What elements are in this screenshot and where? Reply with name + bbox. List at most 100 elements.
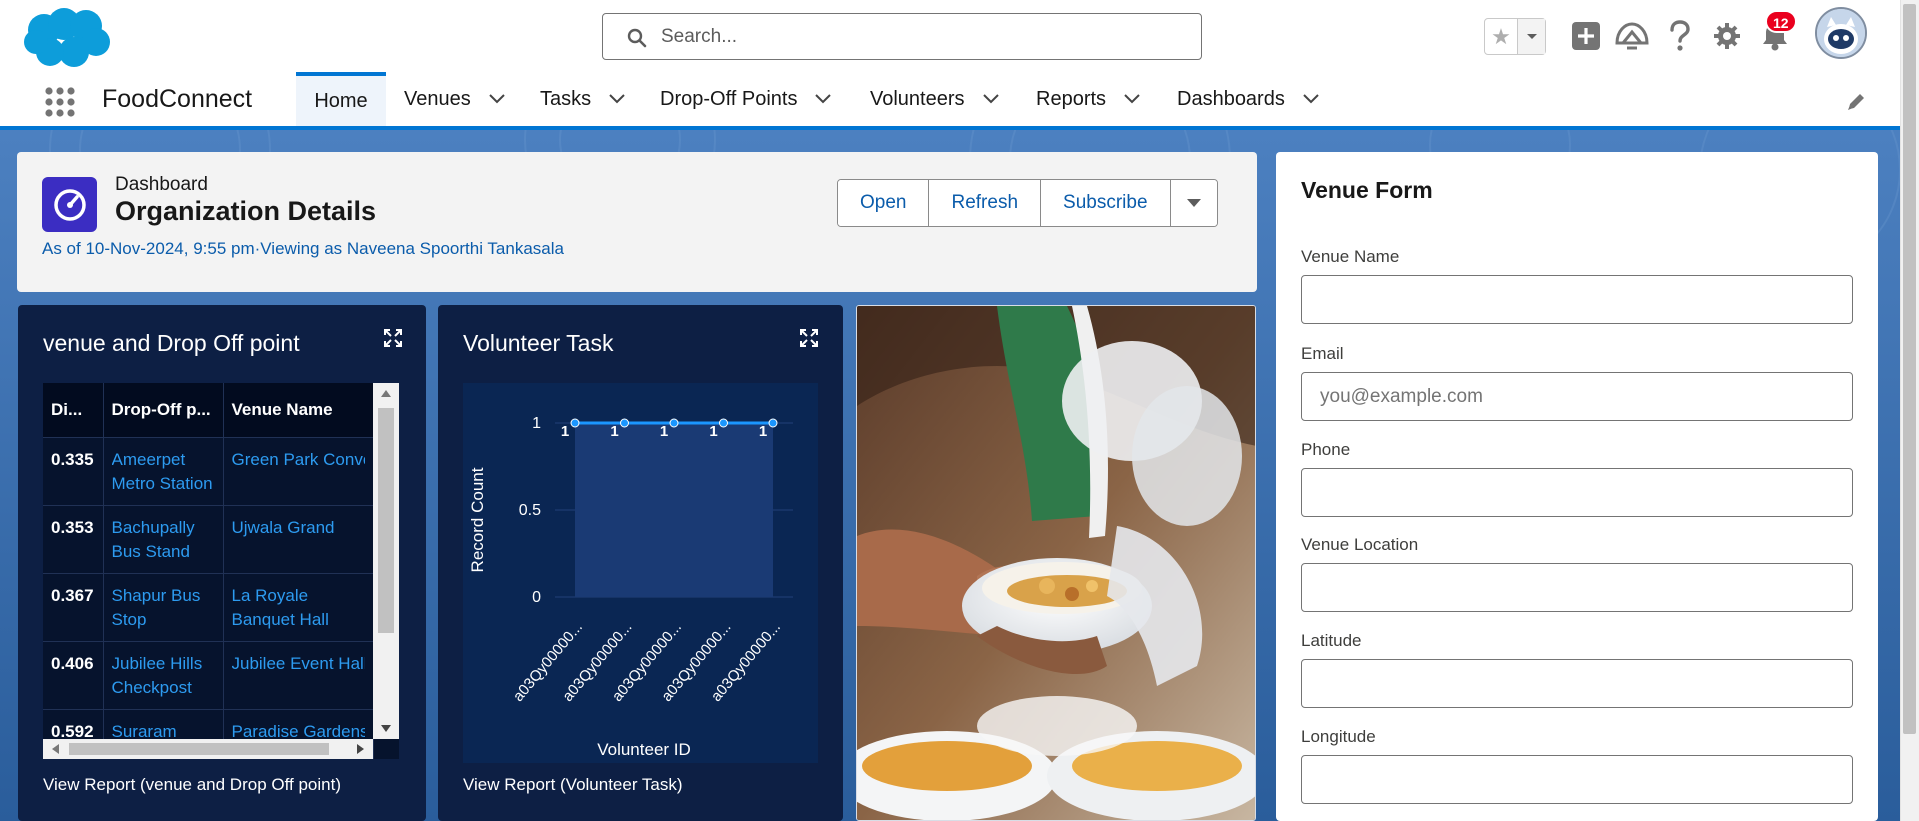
phone-label: Phone bbox=[1301, 440, 1351, 459]
app-launcher-waffle-icon[interactable] bbox=[44, 86, 76, 118]
global-actions-plus-icon[interactable] bbox=[1568, 18, 1604, 54]
tab-tasks[interactable]: Tasks bbox=[540, 72, 625, 126]
dropoff-link[interactable]: Ameerpet Metro Station bbox=[112, 448, 215, 504]
page-scrollbar-thumb[interactable] bbox=[1903, 4, 1916, 734]
longitude-input[interactable] bbox=[1301, 755, 1853, 804]
dropoff-link-cell[interactable]: Bachupally Bus Stand bbox=[103, 504, 224, 573]
chevron-down-icon[interactable] bbox=[1517, 19, 1545, 54]
tab-volunteers[interactable]: Volunteers bbox=[870, 72, 999, 126]
distance-cell: 0.353 bbox=[43, 504, 104, 573]
venue-form-card: Venue Form Venue Name Email Phone Venue … bbox=[1276, 152, 1878, 821]
favorites-control[interactable]: ★ bbox=[1484, 18, 1546, 55]
chevron-down-icon[interactable] bbox=[609, 94, 625, 104]
venue-name-label: Venue Name bbox=[1301, 247, 1400, 266]
dropoff-link[interactable]: Shapur Bus Stop bbox=[112, 584, 215, 640]
venue-name-input[interactable] bbox=[1301, 275, 1853, 324]
venue-dropoff-widget: venue and Drop Off point Di... Drop-Off … bbox=[18, 305, 426, 821]
more-actions-button[interactable] bbox=[1170, 180, 1217, 226]
trailhead-icon[interactable] bbox=[1614, 18, 1650, 54]
venue-dropoff-table: Di... Drop-Off p... Venue Name 0.335 Ame… bbox=[43, 383, 399, 759]
chevron-down-icon[interactable] bbox=[489, 94, 505, 104]
tab-reports-label: Reports bbox=[1036, 87, 1107, 110]
tab-reports[interactable]: Reports bbox=[1036, 72, 1140, 126]
expand-icon[interactable] bbox=[384, 329, 402, 347]
gear-icon[interactable] bbox=[1709, 18, 1745, 54]
expand-icon[interactable] bbox=[800, 329, 818, 347]
venue-location-input[interactable] bbox=[1301, 563, 1853, 612]
phone-input[interactable] bbox=[1301, 468, 1853, 517]
table-row: 0.353 Bachupally Bus Stand Ujwala Grand bbox=[43, 504, 374, 573]
dashboard-title: Organization Details bbox=[115, 196, 377, 226]
venue-link[interactable]: La Royale Banquet Hall bbox=[232, 584, 365, 640]
dashboard-gauge-icon bbox=[42, 177, 97, 232]
table-vertical-scroll-thumb[interactable] bbox=[378, 408, 394, 633]
star-icon[interactable]: ★ bbox=[1485, 19, 1517, 54]
dropoff-link[interactable]: Jubilee Hills Checkpost bbox=[112, 652, 215, 708]
tab-venues[interactable]: Venues bbox=[315, 72, 505, 126]
tab-tasks-label: Tasks bbox=[540, 87, 592, 110]
venue-link-cell[interactable]: Jubilee Event Hall bbox=[223, 640, 374, 709]
scroll-up-arrow-icon[interactable] bbox=[381, 389, 391, 397]
venue-link[interactable]: Ujwala Grand bbox=[232, 516, 365, 572]
table-row: 0.406 Jubilee Hills Checkpost Jubilee Ev… bbox=[43, 640, 374, 709]
venue-link[interactable]: Jubilee Event Hall bbox=[232, 652, 365, 708]
dashboard-header-card: Dashboard Organization Details As of 10-… bbox=[17, 152, 1257, 292]
y-axis-title: Record Count bbox=[468, 467, 487, 572]
scroll-right-arrow-icon[interactable] bbox=[357, 744, 365, 754]
scroll-down-arrow-icon[interactable] bbox=[381, 725, 391, 733]
tab-dashboards[interactable]: Dashboards bbox=[1177, 72, 1319, 126]
table-vertical-scrollbar[interactable] bbox=[373, 383, 399, 739]
table-header-row: Di... Drop-Off p... Venue Name bbox=[43, 383, 374, 437]
dashboard-type-label: Dashboard bbox=[115, 174, 208, 195]
longitude-label: Longitude bbox=[1301, 727, 1376, 746]
tab-venues-label: Venues bbox=[404, 87, 471, 110]
help-icon[interactable] bbox=[1662, 18, 1698, 54]
data-label: 1 bbox=[561, 423, 569, 440]
data-label: 1 bbox=[759, 423, 767, 440]
venue-location-label: Venue Location bbox=[1301, 535, 1419, 554]
dropoff-link[interactable]: Bachupally Bus Stand bbox=[112, 516, 215, 572]
tab-drop-off-points[interactable]: Drop-Off Points bbox=[660, 72, 832, 126]
subscribe-button[interactable]: Subscribe bbox=[1041, 180, 1171, 226]
y-tick-label: 1 bbox=[532, 415, 541, 432]
chevron-down-icon[interactable] bbox=[1124, 94, 1140, 104]
latitude-input[interactable] bbox=[1301, 659, 1853, 708]
view-report-link[interactable]: View Report (venue and Drop Off point) bbox=[43, 775, 341, 795]
data-label: 1 bbox=[610, 423, 618, 440]
global-search[interactable] bbox=[602, 13, 1202, 60]
app-navigation-bar: FoodConnect Home Venues Tasks Drop-Off P… bbox=[0, 72, 1919, 130]
column-header-venue[interactable]: Venue Name bbox=[223, 383, 374, 437]
food-sharing-photo bbox=[857, 306, 1255, 820]
search-input[interactable] bbox=[661, 24, 1161, 50]
table-row: 0.367 Shapur Bus Stop La Royale Banquet … bbox=[43, 572, 374, 641]
dashboard-as-of-text: As of 10-Nov-2024, 9:55 pm·Viewing as Na… bbox=[42, 239, 564, 258]
table-horizontal-scrollbar[interactable] bbox=[43, 739, 373, 759]
venue-link-cell[interactable]: Ujwala Grand bbox=[223, 504, 374, 573]
view-report-link[interactable]: View Report (Volunteer Task) bbox=[463, 775, 683, 795]
chevron-down-icon[interactable] bbox=[815, 94, 832, 104]
dropoff-link-cell[interactable]: Ameerpet Metro Station bbox=[103, 436, 224, 505]
tab-drop-off-points-label: Drop-Off Points bbox=[660, 87, 798, 110]
dropoff-link-cell[interactable]: Shapur Bus Stop bbox=[103, 572, 224, 641]
venue-link-cell[interactable]: La Royale Banquet Hall bbox=[223, 572, 374, 641]
dashboard-action-buttons: Open Refresh Subscribe bbox=[837, 179, 1218, 227]
user-avatar[interactable] bbox=[1815, 7, 1867, 59]
distance-cell: 0.406 bbox=[43, 640, 104, 709]
venue-link[interactable]: Green Park Convention Center bbox=[232, 448, 365, 504]
venue-link-cell[interactable]: Green Park Convention Center bbox=[223, 436, 374, 505]
chevron-down-icon[interactable] bbox=[1303, 94, 1319, 104]
email-input[interactable] bbox=[1301, 372, 1853, 421]
scroll-left-arrow-icon[interactable] bbox=[51, 744, 59, 754]
column-header-dropoff[interactable]: Drop-Off p... bbox=[103, 383, 224, 437]
chevron-down-icon[interactable] bbox=[982, 94, 999, 104]
edit-nav-pencil-icon[interactable] bbox=[1846, 92, 1866, 112]
volunteer-task-chart: 0 0.5 1 1 a03Qy00000... 1 a03Qy00000... 1 a03Qy0… bbox=[463, 383, 818, 763]
x-axis-title: Volunteer ID bbox=[597, 740, 691, 759]
table-horizontal-scroll-thumb[interactable] bbox=[69, 743, 329, 755]
tab-volunteers-label: Volunteers bbox=[870, 87, 965, 110]
refresh-button[interactable]: Refresh bbox=[929, 180, 1042, 226]
open-button[interactable]: Open bbox=[838, 180, 930, 226]
dropoff-link-cell[interactable]: Jubilee Hills Checkpost bbox=[103, 640, 224, 709]
column-header-distance[interactable]: Di... bbox=[43, 383, 104, 437]
salesforce-logo[interactable] bbox=[22, 8, 112, 70]
